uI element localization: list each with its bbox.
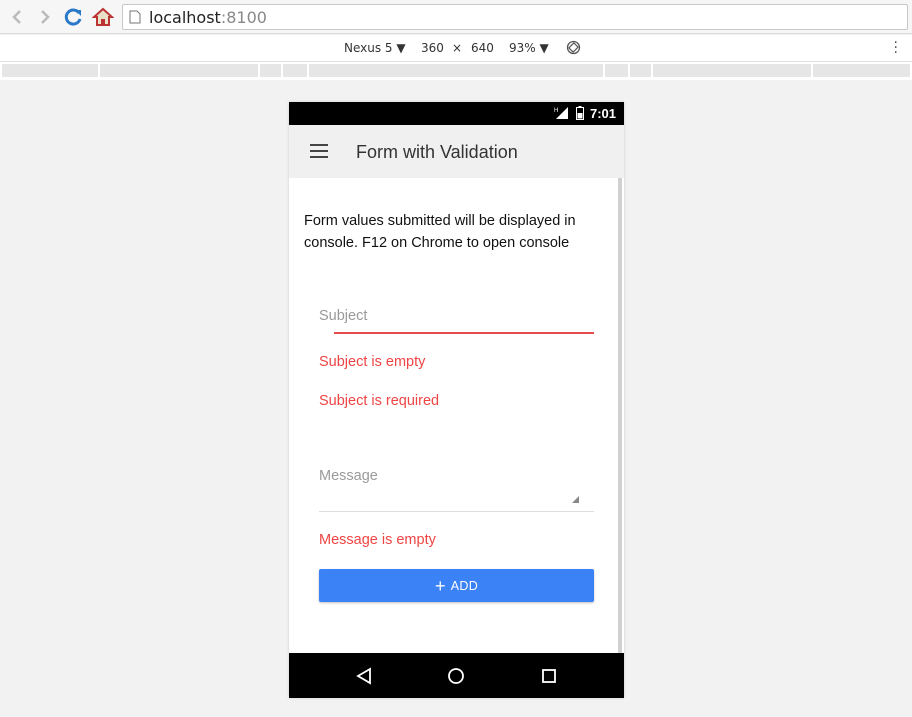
ruler-segment[interactable] — [2, 64, 98, 77]
forward-button[interactable] — [34, 6, 56, 28]
ruler-segment[interactable] — [630, 64, 651, 77]
square-recents-icon — [542, 669, 556, 683]
recents-nav-button[interactable] — [538, 665, 560, 687]
subject-error-required: Subject is required — [319, 393, 440, 409]
height-input[interactable]: 640 — [471, 41, 494, 55]
back-arrow-icon — [12, 10, 21, 24]
ruler-segment[interactable] — [260, 64, 281, 77]
address-bar[interactable]: localhost:8100 — [122, 4, 908, 30]
add-button-label: ADD — [450, 578, 479, 593]
ruler-segment[interactable] — [309, 64, 603, 77]
plus-icon: + — [434, 575, 446, 596]
status-bar: H 7:01 — [289, 102, 624, 125]
scrollbar[interactable] — [618, 178, 622, 653]
triangle-back-icon — [356, 667, 371, 685]
message-textarea[interactable]: Message — [319, 468, 594, 512]
status-time: 7:01 — [589, 106, 616, 121]
home-icon — [92, 7, 114, 26]
message-placeholder: Message — [319, 468, 378, 484]
zoom-value: 93% — [509, 41, 536, 55]
signal-icon: H — [554, 107, 568, 119]
ruler-segment[interactable] — [605, 64, 628, 77]
width-input[interactable]: 360 — [421, 41, 444, 55]
reload-icon — [64, 8, 82, 26]
home-button[interactable] — [92, 6, 114, 28]
ruler-segment[interactable] — [283, 64, 307, 77]
url-text: localhost:8100 — [149, 8, 267, 27]
device-select[interactable]: Nexus 5 ▼ — [344, 41, 406, 55]
subject-placeholder: Subject — [319, 308, 368, 324]
android-nav-bar — [289, 653, 624, 698]
browser-toolbar: localhost:8100 — [0, 0, 912, 34]
media-query-bar — [0, 62, 912, 80]
more-options-icon[interactable]: · · · — [894, 36, 898, 60]
reload-button[interactable] — [63, 6, 85, 28]
ruler-segment[interactable] — [653, 64, 811, 77]
page-icon — [129, 10, 141, 24]
resize-handle-icon[interactable] — [572, 496, 579, 503]
page-title: Form with Validation — [356, 142, 518, 162]
message-underline — [319, 511, 594, 512]
phone-viewport: H 7:01 Form with Validation Form values … — [289, 102, 624, 698]
ruler-segment[interactable] — [813, 64, 910, 77]
back-button[interactable] — [6, 6, 28, 28]
form-content: Form values submitted will be displayed … — [289, 178, 624, 654]
subject-input[interactable]: Subject — [319, 308, 594, 334]
app-header: Form with Validation — [289, 125, 624, 178]
circle-home-icon — [448, 668, 464, 684]
add-button[interactable]: + ADD — [319, 569, 594, 602]
rotate-icon — [566, 40, 581, 55]
ruler-segment[interactable] — [100, 64, 258, 77]
back-nav-button[interactable] — [353, 665, 375, 687]
menu-icon[interactable] — [310, 144, 328, 158]
message-error-empty: Message is empty — [319, 532, 436, 548]
zoom-select[interactable]: 93% ▼ — [509, 41, 549, 55]
forward-arrow-icon — [41, 10, 50, 24]
dimension-separator: × — [452, 41, 463, 55]
url-host: localhost — [149, 8, 221, 27]
subject-error-underline — [334, 332, 594, 334]
network-type: H — [554, 108, 558, 114]
home-nav-button[interactable] — [445, 665, 467, 687]
rotate-button[interactable] — [566, 40, 581, 58]
device-toolbar: Nexus 5 ▼ 360 × 640 93% ▼ · · · — [0, 35, 912, 62]
url-port: :8100 — [220, 8, 267, 27]
intro-text: Form values submitted will be displayed … — [304, 213, 576, 251]
subject-error-empty: Subject is empty — [319, 354, 426, 370]
device-name: Nexus 5 — [344, 41, 393, 55]
battery-icon — [576, 106, 584, 120]
